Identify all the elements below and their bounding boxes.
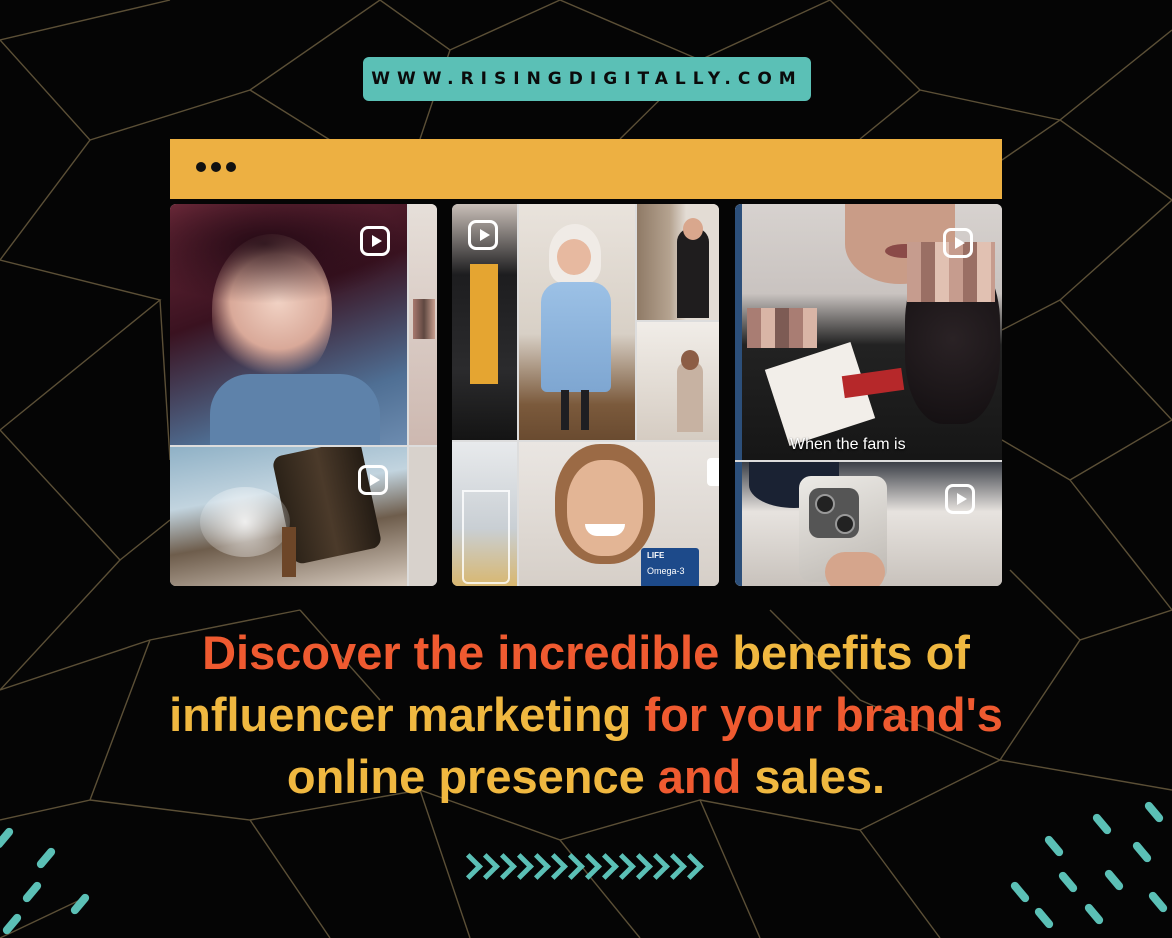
- reel-collage-panel-2: LIFE Omega-3: [452, 204, 719, 586]
- reel-tile-staircase: [637, 322, 719, 440]
- reel-collage-panel-3: When the fam is: [735, 204, 1002, 586]
- supplement-box: LIFE Omega-3: [641, 548, 699, 586]
- headline-text: influencer marketing: [169, 688, 632, 741]
- reel-tile-side-strip-1: [409, 204, 437, 445]
- reel-collage-panel-1: [170, 204, 437, 586]
- reel-tile-black-tshirt: When the fam is: [735, 204, 1002, 460]
- reel-tile-omega3-woman: LIFE Omega-3: [519, 442, 719, 586]
- reel-play-icon: [468, 220, 498, 250]
- headline-text: for your brand's: [644, 688, 1003, 741]
- reel-tile-phone-mirror: [735, 462, 1002, 586]
- reel-tile-blue-coat: [519, 204, 635, 440]
- product-name-text: Omega-3: [647, 566, 685, 576]
- reel-tile-stone-wall: [637, 204, 719, 320]
- headline-line-1: Discover the incredible benefits of: [60, 622, 1112, 684]
- headline-line-2: influencer marketing for your brand's: [60, 684, 1112, 746]
- chevron-right-row-icon: [460, 850, 698, 884]
- three-dots-icon: [196, 162, 236, 172]
- headline-text: benefits of: [732, 626, 970, 679]
- reel-play-icon: [945, 484, 975, 514]
- reel-tile-woman-denim: [170, 204, 407, 445]
- browser-window-bar: [170, 139, 1002, 199]
- graphic-canvas: WWW.RISINGDIGITALLY.COM LIFE Omega-3 Whe…: [0, 0, 1172, 938]
- reel-tile-puffer-coat: [452, 204, 517, 440]
- headline-text: sales.: [754, 750, 886, 803]
- headline-text: and: [657, 750, 742, 803]
- product-brand-text: LIFE: [647, 551, 665, 560]
- reel-play-icon: [360, 226, 390, 256]
- website-url-banner: WWW.RISINGDIGITALLY.COM: [363, 57, 811, 101]
- reel-caption-text: When the fam is: [790, 436, 906, 453]
- headline: Discover the incredible benefits of infl…: [60, 622, 1112, 808]
- reel-play-icon: [358, 465, 388, 495]
- reel-tile-coffee-pour: [170, 447, 407, 586]
- headline-text: Discover the incredible: [202, 626, 720, 679]
- headline-text: online presence: [286, 750, 645, 803]
- reel-tile-glass: [452, 442, 517, 586]
- reel-play-icon: [943, 228, 973, 258]
- reel-tile-side-strip-2: [409, 447, 437, 586]
- pixelated-blur: [747, 308, 817, 348]
- headline-line-3: online presence and sales.: [60, 746, 1112, 808]
- website-url-text: WWW.RISINGDIGITALLY.COM: [371, 69, 803, 89]
